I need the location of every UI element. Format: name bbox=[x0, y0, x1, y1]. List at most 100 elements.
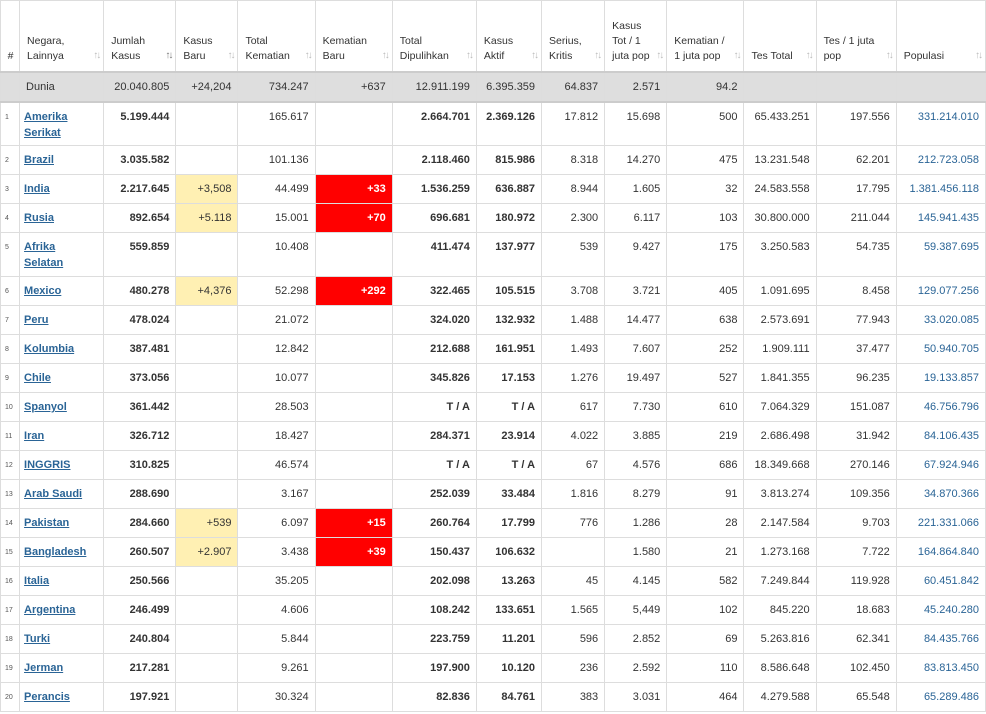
total-deaths-cell: 35.205 bbox=[237, 566, 316, 596]
country-cell: Peru bbox=[19, 305, 105, 335]
country-link[interactable]: Pakistan bbox=[24, 517, 69, 529]
sort-arrows-icon[interactable]: ↑↓ bbox=[165, 48, 173, 63]
country-link[interactable]: Argentina bbox=[24, 604, 75, 616]
country-link[interactable]: Italia bbox=[24, 575, 49, 587]
population-cell: 164.864.840 bbox=[895, 537, 986, 567]
sort-arrows-icon[interactable]: ↑↓ bbox=[227, 48, 235, 63]
column-header-label: Kematian / 1 juta pop bbox=[674, 34, 725, 62]
world-active: 6.395.359 bbox=[475, 71, 543, 103]
country-link[interactable]: Peru bbox=[24, 314, 48, 326]
sort-arrows-icon[interactable]: ↑↓ bbox=[305, 48, 313, 63]
total-deaths-cell: 12.842 bbox=[237, 334, 316, 364]
country-link[interactable]: Arab Saudi bbox=[24, 488, 82, 500]
world-new-deaths: +637 bbox=[314, 71, 393, 103]
tests-per-million-cell: 62.341 bbox=[815, 624, 897, 654]
recovered-cell: 82.836 bbox=[391, 682, 477, 712]
new-cases-cell bbox=[175, 595, 239, 625]
country-link[interactable]: Chile bbox=[24, 372, 51, 384]
country-link[interactable]: INGGRIS bbox=[24, 459, 70, 471]
country-link[interactable]: Mexico bbox=[24, 285, 61, 297]
critical-cell: 1.276 bbox=[541, 363, 606, 393]
sort-arrows-icon[interactable]: ↑↓ bbox=[466, 48, 474, 63]
recovered-cell: 2.118.460 bbox=[391, 145, 477, 175]
total-deaths-cell: 5.844 bbox=[237, 624, 316, 654]
tests-per-million-cell: 17.795 bbox=[815, 174, 897, 204]
deaths-per-million-cell: 21 bbox=[666, 537, 745, 567]
new-cases-cell bbox=[175, 421, 239, 451]
country-link[interactable]: Bangladesh bbox=[24, 546, 86, 558]
sort-arrows-icon[interactable]: ↑↓ bbox=[382, 48, 390, 63]
world-label: Dunia bbox=[19, 71, 105, 103]
cases-per-million-cell: 9.427 bbox=[604, 232, 668, 277]
sort-arrows-icon[interactable]: ↑↓ bbox=[656, 48, 664, 63]
cases-per-million-cell: 1.286 bbox=[604, 508, 668, 538]
table-row: 17 Argentina 246.499 4.606 108.242 133.651 1.5… bbox=[0, 595, 986, 625]
new-deaths-cell: +15 bbox=[314, 508, 393, 538]
country-link[interactable]: Spanyol bbox=[24, 401, 67, 413]
world-total-cases: 20.040.805 bbox=[103, 71, 177, 103]
deaths-per-million-cell: 464 bbox=[666, 682, 745, 712]
sort-arrows-icon[interactable]: ↑↓ bbox=[886, 48, 894, 63]
deaths-per-million-cell: 28 bbox=[666, 508, 745, 538]
country-link[interactable]: Rusia bbox=[24, 212, 54, 224]
column-header-3[interactable]: Kasus Baru ↑↓ bbox=[175, 0, 239, 73]
critical-cell: 596 bbox=[541, 624, 606, 654]
country-link[interactable]: Kolumbia bbox=[24, 343, 74, 355]
country-link[interactable]: Turki bbox=[24, 633, 50, 645]
recovered-cell: 260.764 bbox=[391, 508, 477, 538]
tests-per-million-cell: 119.928 bbox=[815, 566, 897, 596]
total-cases-cell: 310.825 bbox=[103, 450, 177, 480]
new-cases-cell: +5.118 bbox=[175, 203, 239, 233]
sort-arrows-icon[interactable]: ↑↓ bbox=[93, 48, 101, 63]
new-cases-cell: +2.907 bbox=[175, 537, 239, 567]
sort-arrows-icon[interactable]: ↑↓ bbox=[733, 48, 741, 63]
table-header-row: # Negara, Lainnya ↑↓ Jumlah Kasus ↑↓ Kasus Ba… bbox=[0, 0, 986, 73]
deaths-per-million-cell: 527 bbox=[666, 363, 745, 393]
column-header-4[interactable]: Total Kematian ↑↓ bbox=[237, 0, 316, 73]
column-header-12[interactable]: Tes / 1 juta pop ↑↓ bbox=[815, 0, 897, 73]
active-cell: 815.986 bbox=[475, 145, 543, 175]
tests-per-million-cell: 65.548 bbox=[815, 682, 897, 712]
deaths-per-million-cell: 219 bbox=[666, 421, 745, 451]
country-link[interactable]: Perancis bbox=[24, 691, 70, 703]
total-cases-cell: 326.712 bbox=[103, 421, 177, 451]
cases-per-million-cell: 6.117 bbox=[604, 203, 668, 233]
sort-arrows-icon[interactable]: ↑↓ bbox=[806, 48, 814, 63]
cases-per-million-cell: 1.580 bbox=[604, 537, 668, 567]
column-header-2[interactable]: Jumlah Kasus ↑↓ bbox=[103, 0, 177, 73]
population-cell: 129.077.256 bbox=[895, 276, 986, 306]
sort-arrows-icon[interactable]: ↑↓ bbox=[594, 48, 602, 63]
column-header-5[interactable]: Kematian Baru ↑↓ bbox=[314, 0, 393, 73]
deaths-per-million-cell: 32 bbox=[666, 174, 745, 204]
country-link[interactable]: Jerman bbox=[24, 662, 63, 674]
country-link[interactable]: Amerika Serikat bbox=[24, 111, 67, 139]
country-link[interactable]: Brazil bbox=[24, 154, 54, 166]
total-deaths-cell: 3.438 bbox=[237, 537, 316, 567]
column-header-7[interactable]: Kasus Aktif ↑↓ bbox=[475, 0, 543, 73]
column-header-11[interactable]: Tes Total ↑↓ bbox=[743, 0, 817, 73]
country-link[interactable]: Afrika Selatan bbox=[24, 241, 63, 269]
country-cell: Kolumbia bbox=[19, 334, 105, 364]
new-deaths-cell bbox=[314, 363, 393, 393]
recovered-cell: 411.474 bbox=[391, 232, 477, 277]
row-number: 7 bbox=[0, 305, 21, 335]
total-tests-cell: 3.250.583 bbox=[743, 232, 817, 277]
column-header-10[interactable]: Kematian / 1 juta pop ↑↓ bbox=[666, 0, 745, 73]
critical-cell: 617 bbox=[541, 392, 606, 422]
critical-cell bbox=[541, 537, 606, 567]
country-link[interactable]: India bbox=[24, 183, 50, 195]
population-cell: 67.924.946 bbox=[895, 450, 986, 480]
column-header-1[interactable]: Negara, Lainnya ↑↓ bbox=[19, 0, 105, 73]
sort-arrows-icon[interactable]: ↑↓ bbox=[975, 48, 983, 63]
country-link[interactable]: Iran bbox=[24, 430, 44, 442]
cases-per-million-cell: 4.576 bbox=[604, 450, 668, 480]
column-header-6[interactable]: Total Dipulihkan ↑↓ bbox=[391, 0, 477, 73]
column-header-9[interactable]: Kasus Tot / 1 juta pop ↑↓ bbox=[604, 0, 668, 73]
population-cell: 45.240.280 bbox=[895, 595, 986, 625]
active-cell: 2.369.126 bbox=[475, 101, 543, 146]
column-header-8[interactable]: Serius, Kritis ↑↓ bbox=[541, 0, 606, 73]
sort-arrows-icon[interactable]: ↑↓ bbox=[531, 48, 539, 63]
active-cell: 17.799 bbox=[475, 508, 543, 538]
column-header-13[interactable]: Populasi ↑↓ bbox=[895, 0, 986, 73]
total-cases-cell: 892.654 bbox=[103, 203, 177, 233]
